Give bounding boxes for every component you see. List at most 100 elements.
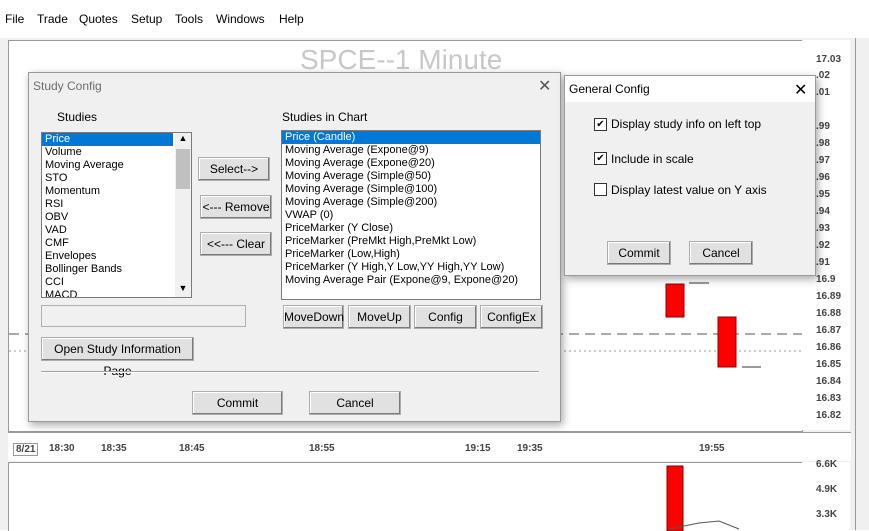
option-label: Display latest value on Y axis [611,183,767,197]
menu-setup[interactable]: Setup [131,12,162,26]
list-item[interactable]: CMF [42,237,191,250]
y-tick: 16.88 [816,308,842,319]
scroll-down-icon[interactable]: ▼ [175,283,191,297]
configex-button[interactable]: ConfigEx [480,305,543,329]
x-tick: 19:55 [699,443,725,454]
right-scroll-strip [855,38,869,530]
separator [41,371,539,373]
x-tick: 19:35 [517,443,543,454]
scroll-thumb[interactable] [176,149,190,189]
y-tick: .95 [816,189,830,200]
studies-list[interactable]: Price Volume Moving Average STO Momentum… [41,132,192,298]
x-tick-date: 8/21 [13,443,39,456]
x-tick: 18:45 [179,443,205,454]
list-item[interactable]: Momentum [42,185,191,198]
list-item[interactable]: PriceMarker (PreMkt High,PreMkt Low) [282,235,540,248]
config-button[interactable]: Config [414,305,477,329]
x-tick: 18:30 [49,443,75,454]
list-item[interactable]: STO [42,172,191,185]
menu-file[interactable]: File [5,12,24,26]
list-item[interactable]: Moving Average Pair (Expone@9, Expone@20… [282,274,540,287]
cancel-button[interactable]: Cancel [689,241,753,265]
checkbox-include-in-scale[interactable]: ✔ [594,152,607,165]
moveup-button[interactable]: MoveUp [348,305,411,329]
x-tick: 18:35 [101,443,127,454]
studies-scrollbar[interactable]: ▲ ▼ [175,133,191,297]
y-tick: .02 [816,70,830,81]
list-item[interactable]: PriceMarker (Y Close) [282,222,540,235]
x-tick: 19:15 [465,443,491,454]
vol-tick: 4.9K [816,484,838,495]
y-tick: 16.87 [816,325,842,336]
menu-quotes[interactable]: Quotes [79,12,118,26]
y-tick: .96 [816,172,830,183]
dialog-title: General Config [569,82,650,96]
close-icon[interactable]: ✕ [538,76,551,96]
list-item[interactable]: Envelopes [42,250,191,263]
list-item[interactable]: Moving Average (Expone@20) [282,157,540,170]
y-tick: .01 [816,87,830,98]
y-tick: 16.85 [816,359,842,370]
volume-pane[interactable] [8,462,802,531]
menu-trade[interactable]: Trade [37,12,68,26]
option-label: Include in scale [611,152,694,166]
y-tick: .92 [816,240,830,251]
remove-button[interactable]: <--- Remove [200,195,272,219]
list-item[interactable]: Price (Candle) [282,131,540,144]
cancel-button[interactable]: Cancel [309,391,401,415]
checkbox-display-study-info[interactable]: ✔ [594,118,607,131]
list-item[interactable]: RSI [42,198,191,211]
list-item[interactable]: Volume [42,146,191,159]
list-item[interactable]: Price [42,133,173,146]
study-config-dialog: Study Config ✕ Studies Studies in Chart … [28,72,561,422]
y-tick: .91 [816,257,830,268]
scroll-up-icon[interactable]: ▲ [175,133,191,147]
studies-in-chart-label: Studies in Chart [282,110,368,124]
list-item[interactable]: Bollinger Bands [42,263,191,276]
list-item[interactable]: Moving Average (Simple@200) [282,196,540,209]
list-item[interactable]: MACD [42,289,191,297]
y-tick: 16.89 [816,291,842,302]
list-item[interactable]: VWAP (0) [282,209,540,222]
list-item[interactable]: OBV [42,211,191,224]
list-item[interactable]: CCI [42,276,191,289]
vol-tick: 3.3K [816,509,838,520]
studies-label: Studies [57,110,98,124]
option-label: Display study info on left top [611,117,762,131]
y-tick: 17.03 [816,54,842,65]
down-candle [717,316,737,368]
list-item[interactable]: VAD [42,224,191,237]
open-study-info-button[interactable]: Open Study Information Page [41,337,194,378]
menu-bar: File Trade Quotes Setup Tools Windows He… [0,0,869,39]
y-tick: .97 [816,155,830,166]
volume-y-axis: 6.6K 4.9K 3.3K [802,459,850,530]
y-tick: .98 [816,138,830,149]
list-item[interactable]: Moving Average (Expone@9) [282,144,540,157]
movedown-button[interactable]: MoveDown [283,305,344,329]
y-tick: .93 [816,223,830,234]
checkbox-display-latest-value[interactable] [594,183,607,196]
y-tick: 16.83 [816,393,842,404]
menu-help[interactable]: Help [279,12,304,26]
volume-plot [666,465,740,531]
y-tick: 16.84 [816,376,842,387]
menu-tools[interactable]: Tools [175,12,203,26]
commit-button[interactable]: Commit [607,241,671,265]
y-tick: .99 [816,121,830,132]
volume-bar [666,465,684,531]
list-item[interactable]: Moving Average [42,159,191,172]
clear-button[interactable]: <<--- Clear [200,232,272,256]
list-item[interactable]: Moving Average (Simple@50) [282,170,540,183]
close-icon[interactable]: ✕ [794,80,807,100]
down-candle [665,283,685,318]
x-tick: 18:55 [309,443,335,454]
chart-studies-list[interactable]: Price (Candle) Moving Average (Expone@9)… [281,130,541,300]
study-info-field [41,305,246,327]
menu-windows[interactable]: Windows [216,12,265,26]
list-item[interactable]: Moving Average (Simple@100) [282,183,540,196]
list-item[interactable]: PriceMarker (Y High,Y Low,YY High,YY Low… [282,261,540,274]
select-button[interactable]: Select--> [198,157,270,181]
x-axis: 8/21 18:30 18:35 18:45 18:55 19:15 19:35… [8,432,851,461]
list-item[interactable]: PriceMarker (Low,High) [282,248,540,261]
commit-button[interactable]: Commit [192,391,283,415]
